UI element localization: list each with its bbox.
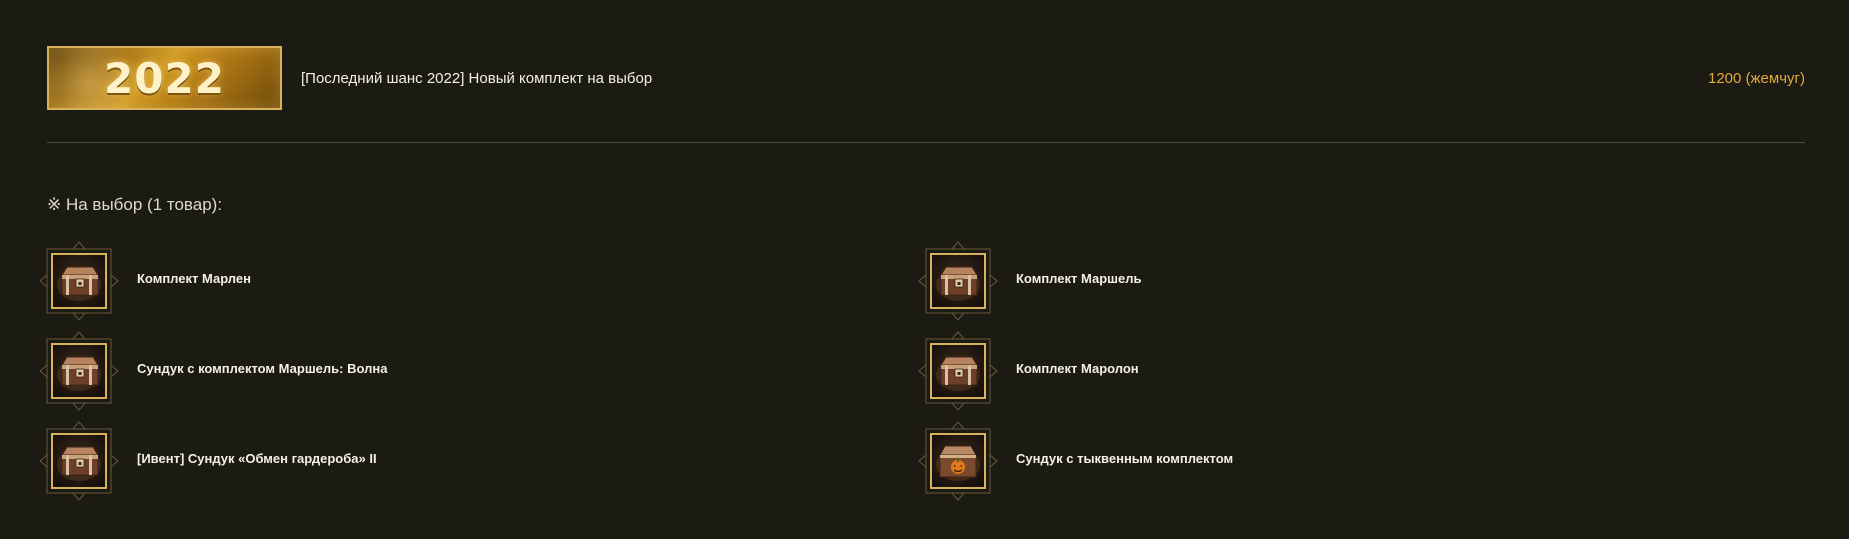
choice-heading: ※ На выбор (1 товар): xyxy=(47,195,223,214)
package-header: 2022 [Последний шанс 2022] Новый комплек… xyxy=(47,46,1805,110)
banner-year-text: 2022 xyxy=(104,53,225,103)
list-item[interactable]: Комплект Маршель xyxy=(918,241,1626,321)
item-icon-frame xyxy=(39,331,119,411)
item-icon-frame xyxy=(918,421,998,501)
item-label: Сундук с комплектом Маршель: Волна xyxy=(137,361,388,376)
pumpkin-chest-icon xyxy=(930,433,986,489)
year-banner: 2022 xyxy=(47,46,282,110)
item-label: Сундук с тыквенным комплектом xyxy=(1016,451,1234,466)
item-label: Комплект Марлен xyxy=(137,271,251,286)
list-item[interactable]: Комплект Маролон xyxy=(918,331,1626,411)
item-label: Комплект Маршель xyxy=(1016,271,1142,286)
item-icon-frame xyxy=(918,241,998,321)
list-item[interactable]: Сундук с комплектом Маршель: Волна xyxy=(39,331,747,411)
item-label: [Ивент] Сундук «Обмен гардероба» II xyxy=(137,451,377,466)
wooden-chest-icon xyxy=(51,343,107,399)
wooden-chest-icon xyxy=(930,343,986,399)
list-item[interactable]: Сундук с тыквенным комплектом xyxy=(918,421,1626,501)
item-icon-frame xyxy=(39,421,119,501)
item-icon-frame xyxy=(39,241,119,321)
item-icon-frame xyxy=(918,331,998,411)
package-price: 1200 (жемчуг) xyxy=(1707,70,1805,87)
wooden-chest-icon xyxy=(51,433,107,489)
list-item[interactable]: [Ивент] Сундук «Обмен гардероба» II xyxy=(39,421,747,501)
divider xyxy=(47,142,1805,143)
item-label: Комплект Маролон xyxy=(1016,361,1139,376)
list-item[interactable]: Комплект Марлен xyxy=(39,241,747,321)
package-title: [Последний шанс 2022] Новый комплект на … xyxy=(301,70,653,87)
wooden-chest-icon xyxy=(51,253,107,309)
wooden-chest-icon xyxy=(930,253,986,309)
